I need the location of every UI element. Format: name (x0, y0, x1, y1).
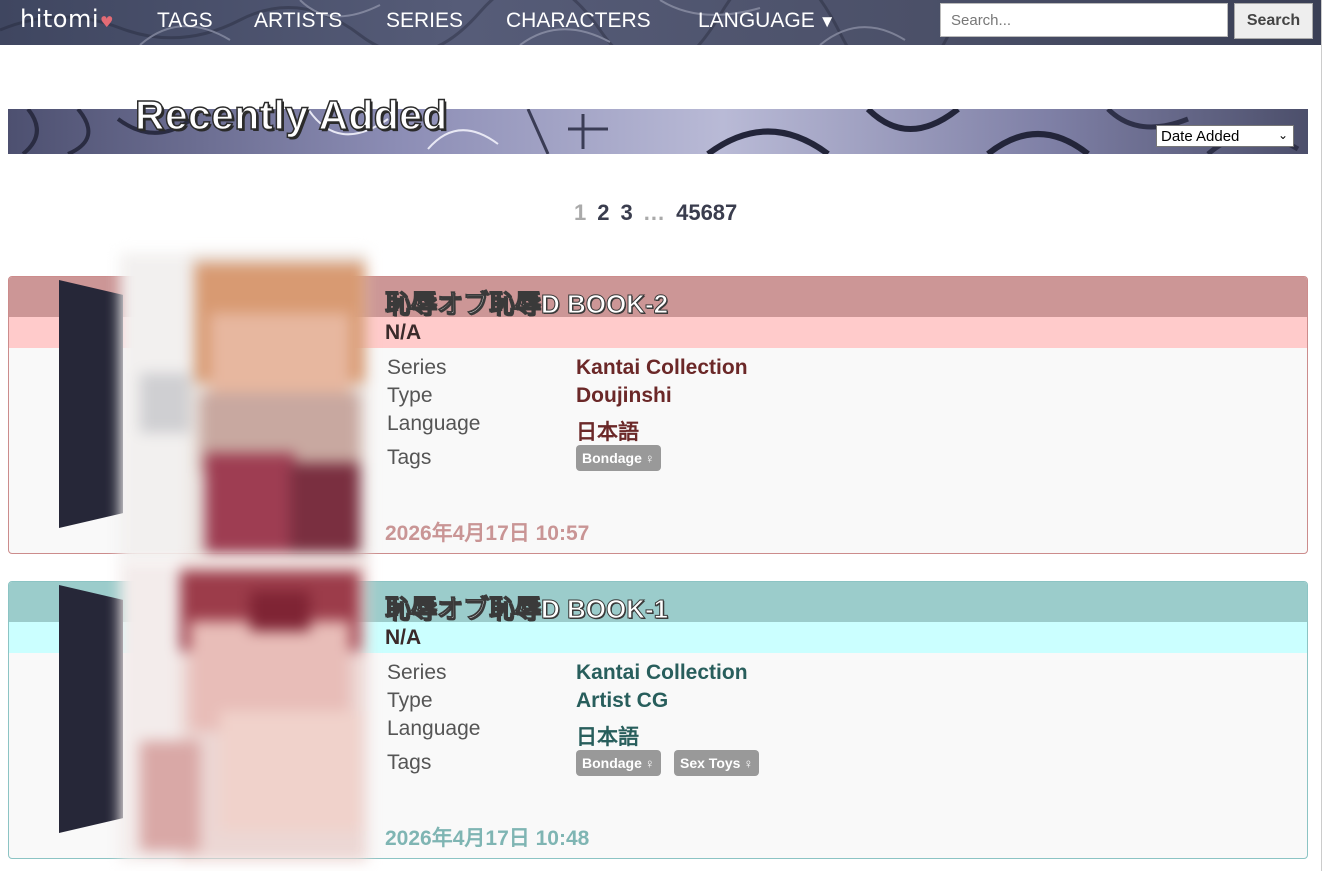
language-label: Language (387, 412, 481, 435)
nav-characters[interactable]: CHARACTERS (506, 9, 651, 33)
heart-icon: ♥ (100, 13, 114, 31)
tag-label: Bondage (582, 450, 642, 466)
page-link-last[interactable]: 45687 (676, 200, 737, 225)
language-value[interactable]: 日本語 (576, 416, 639, 446)
page-ellipsis: ... (643, 200, 666, 225)
series-label: Series (387, 661, 447, 684)
gallery-title[interactable]: 恥辱オブ恥辱D BOOK-2 (384, 284, 668, 321)
caret-down-icon: ▼ (818, 12, 836, 31)
search-button[interactable]: Search (1234, 3, 1313, 39)
cover-spine (59, 585, 123, 833)
series-value[interactable]: Kantai Collection (576, 356, 748, 380)
gallery-thumbnail[interactable] (120, 561, 367, 861)
page-link-2[interactable]: 2 (597, 200, 609, 225)
site-logo[interactable]: hitomi♥ (20, 5, 114, 33)
female-icon: ♀ (743, 756, 754, 771)
gallery-artist[interactable]: N/A (385, 321, 421, 345)
tag-label: Bondage (582, 755, 642, 771)
page-title: Recently Added (134, 91, 448, 139)
top-navigation: hitomi♥ TAGS ARTISTS SERIES CHARACTERS L… (0, 0, 1322, 45)
language-value[interactable]: 日本語 (576, 721, 639, 751)
language-label: Language (387, 717, 481, 740)
sort-select-value: Date Added (1161, 127, 1240, 145)
chevron-down-icon: ⌄ (1277, 128, 1288, 142)
page-link-3[interactable]: 3 (621, 200, 633, 225)
type-label: Type (387, 384, 433, 407)
tag-bondage[interactable]: Bondage ♀ (576, 750, 661, 776)
page-current: 1 (574, 200, 587, 225)
female-icon: ♀ (644, 451, 655, 466)
type-value[interactable]: Doujinshi (576, 384, 672, 408)
logo-text: hitomi (20, 5, 100, 33)
series-value[interactable]: Kantai Collection (576, 661, 748, 685)
gallery-date: 2026年4月17日 10:48 (385, 827, 590, 850)
nav-series[interactable]: SERIES (386, 9, 463, 33)
type-label: Type (387, 689, 433, 712)
tags-label: Tags (387, 751, 432, 774)
tag-bondage[interactable]: Bondage ♀ (576, 445, 661, 471)
tags-label: Tags (387, 446, 432, 469)
gallery-artist[interactable]: N/A (385, 626, 421, 650)
series-label: Series (387, 356, 447, 379)
sort-select[interactable]: Date Added ⌄ (1156, 125, 1294, 147)
cover-spine (59, 280, 123, 528)
gallery-thumbnail[interactable] (120, 253, 367, 561)
nav-language[interactable]: LANGUAGE ▼ (698, 9, 836, 33)
type-value[interactable]: Artist CG (576, 689, 668, 713)
search-input[interactable] (940, 3, 1228, 37)
pagination: 1 2 3... 45687 (574, 200, 748, 226)
thumbnail-image (120, 561, 367, 861)
gallery-title[interactable]: 恥辱オブ恥辱D BOOK-1 (384, 589, 668, 626)
tag-label: Sex Toys (680, 755, 741, 771)
nav-language-label: LANGUAGE (698, 9, 815, 32)
nav-tags[interactable]: TAGS (157, 9, 213, 33)
tag-sex-toys[interactable]: Sex Toys ♀ (674, 750, 760, 776)
thumbnail-image (120, 253, 367, 561)
female-icon: ♀ (644, 756, 655, 771)
nav-artists[interactable]: ARTISTS (254, 9, 342, 33)
gallery-date: 2026年4月17日 10:57 (385, 522, 590, 545)
